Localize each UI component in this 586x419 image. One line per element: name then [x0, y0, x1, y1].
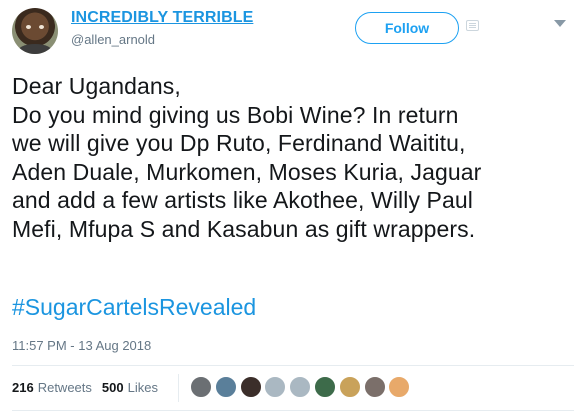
tweet-header: INCREDIBLY TERRIBLE @allen_arnold Follow [0, 0, 586, 70]
user-handle[interactable]: @allen_arnold [71, 32, 155, 47]
liker-avatar-1[interactable] [190, 376, 212, 398]
retweets-label[interactable]: Retweets [38, 380, 92, 395]
avatar-shirt [18, 44, 52, 54]
tweet-text: Dear Ugandans, Do you mind giving us Bob… [12, 73, 482, 242]
avatar-face [26, 25, 44, 29]
chevron-down-icon[interactable] [554, 20, 566, 27]
liker-avatar-6[interactable] [313, 376, 336, 398]
tweet-timestamp[interactable]: 11:57 PM - 13 Aug 2018 [12, 338, 151, 353]
retweets-count[interactable]: 216 [12, 380, 34, 395]
follow-button[interactable]: Follow [355, 12, 459, 44]
liker-avatar-2[interactable] [214, 376, 237, 398]
liker-avatar-9[interactable] [388, 376, 411, 398]
likes-label[interactable]: Likes [128, 380, 158, 395]
liker-avatars [190, 376, 413, 400]
hashtag-link[interactable]: #SugarCartelsRevealed [12, 294, 256, 321]
liker-avatar-8[interactable] [363, 376, 386, 398]
user-avatar[interactable] [12, 8, 58, 54]
likes-count[interactable]: 500 [102, 380, 124, 395]
liker-avatar-4[interactable] [264, 376, 287, 398]
stats-separator [178, 374, 179, 402]
follow-card-icon [466, 20, 479, 31]
liker-avatar-3[interactable] [239, 376, 262, 398]
divider [12, 365, 574, 366]
liker-avatar-5[interactable] [289, 376, 312, 398]
divider [12, 410, 574, 411]
display-name-link[interactable]: INCREDIBLY TERRIBLE [71, 9, 253, 27]
liker-avatar-7[interactable] [338, 376, 361, 398]
tweet-stats: 216 Retweets 500 Likes [12, 380, 168, 395]
